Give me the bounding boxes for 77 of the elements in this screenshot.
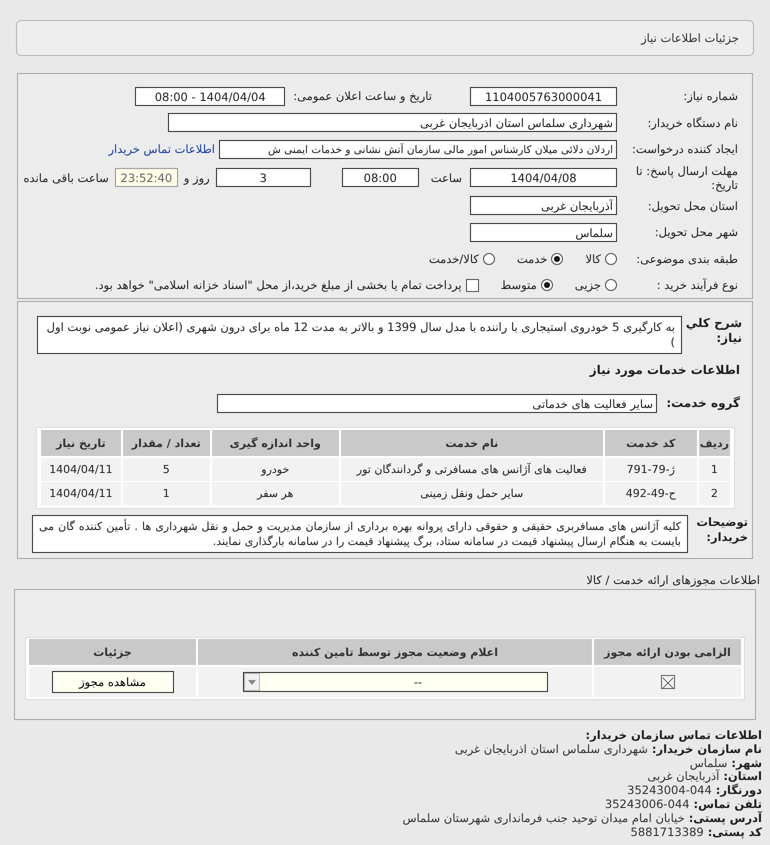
column-header: تعداد / مقدار xyxy=(122,430,210,458)
field-label: تاریخ و ساعت اعلان عمومی: xyxy=(292,89,433,104)
table-cell: ژ-79-791 xyxy=(604,458,697,482)
section-title: اطلاعات خدمات مورد نیاز xyxy=(588,362,741,377)
table-cell: 1 xyxy=(698,458,730,482)
contact-label: تلفن تماس: xyxy=(692,796,762,811)
table-cell: هر سفر xyxy=(212,482,339,506)
column-header: الزامی بودن ارائه مجوز xyxy=(594,639,741,667)
service-group-label: گروه خدمت: xyxy=(665,396,741,411)
contact-value: 044-35243004 xyxy=(627,783,712,798)
category-radio[interactable]: کالا xyxy=(585,252,617,266)
contact-value: شهرداری سلماس استان اذربایجان غربی xyxy=(454,742,648,756)
province-field: آذربایجان غربی xyxy=(470,196,617,216)
page-title: جزئیات اطلاعات نیاز xyxy=(641,31,739,45)
time-label: ساعت xyxy=(430,170,463,184)
contact-label: شهر: xyxy=(731,756,762,770)
view-permit-button[interactable]: مشاهده مجوز xyxy=(52,671,174,693)
days-field: 3 xyxy=(216,168,311,187)
buyer-notes-text: کلیه آژانس های مسافربری حقیقی و حقوقی دارای پروانه بهره برداری از سازمان مدیریت و حمل و نقل شهرداری ها . تأمین کننده گان می بایست به هنگام ارسال پیشنهاد قیمت در سامانه ستاد، برگ پیشنهاد قیمت را در سامانه بارگذاری نمایند. xyxy=(32,515,688,553)
column-header: واحد اندازه گیری xyxy=(212,430,339,458)
field-label: شماره نیاز: xyxy=(682,89,739,104)
column-header: تاریخ نیاز xyxy=(41,430,121,458)
creator-field: اردلان دلائی میلان کارشناس امور مالی سازمان آتش نشانی و خدمات ایمنی ش xyxy=(219,140,617,159)
contact-value: 5881713389 xyxy=(630,824,704,839)
remaining-time-field: 23:52:40 xyxy=(114,168,178,187)
announce-date-field: 1404/04/04 - 08:00 xyxy=(135,86,286,106)
contact-value: آذربایجان غربی xyxy=(647,769,720,784)
contact-label: استان: xyxy=(723,769,762,784)
category-radio[interactable]: کالا/خدمت xyxy=(428,252,495,266)
deadline-time-field: 08:00 xyxy=(342,168,419,187)
field-label: مهلت ارسال پاسخ: تا تاریخ: xyxy=(634,164,739,192)
contact-label: کد پستی: xyxy=(708,824,762,839)
table-cell: سایر حمل ونقل زمینی xyxy=(340,482,603,506)
field-label: نام دستگاه خریدار: xyxy=(646,116,739,130)
contact-title: اطلاعات تماس سازمان خریدار: xyxy=(584,729,762,743)
caret-icon xyxy=(244,673,260,691)
buyer-field: شهرداری سلماس استان اذربایجان غربی xyxy=(168,113,617,132)
buyer-contact-link[interactable]: اطلاعات تماس خریدار xyxy=(108,142,219,156)
table-cell: 2 xyxy=(698,482,730,506)
table-cell: 1404/04/11 xyxy=(41,458,121,482)
buyer-notes-label: توضیحات خریدار: xyxy=(696,515,749,545)
contact-value: 044-35243006 xyxy=(604,796,690,811)
contact-label: دورنگار: xyxy=(714,783,762,798)
table-cell: خودرو xyxy=(212,458,339,482)
table-cell: ح-49-492 xyxy=(604,482,697,506)
field-label: طبقه بندی موضوعی: xyxy=(635,252,739,266)
section-title: اطلاعات مجوزهای ارائه خدمت / کالا xyxy=(585,572,761,589)
description-text: به کارگیری 5 خودروی استیجاری با راننده با مدل سال 1399 و بالاتر به مدت 12 ماه برای درون شهری (اعلان نیاز عمومی نوبت اول ) xyxy=(37,316,682,354)
service-group-field: سایر فعالیت های خدماتی xyxy=(217,394,657,413)
field-label: استان محل تحویل: xyxy=(646,198,739,213)
column-header: نام خدمت xyxy=(340,430,603,458)
contact-label: آدرس پستی: xyxy=(688,810,762,825)
column-header: کد خدمت xyxy=(604,430,697,458)
description-label: شرح کلي نياز: xyxy=(684,316,743,346)
table-cell: 1404/04/11 xyxy=(41,482,121,506)
column-header: اعلام وضعیت مجوز توسط تامین کننده xyxy=(198,639,592,667)
deadline-date-field: 1404/04/08 xyxy=(470,168,617,187)
table-cell: فعالیت های آژانس های مسافرتی و گردانندگان تور xyxy=(340,458,603,482)
city-field: سلماس xyxy=(470,222,617,242)
contact-value: خیابان امام میدان توحید جنب فرمانداری شهرستان سلماس xyxy=(402,810,685,825)
process-radio[interactable]: متوسط xyxy=(500,278,553,292)
remaining-label: ساعت باقی مانده xyxy=(22,170,110,184)
days-label: روز و xyxy=(182,170,211,184)
column-header: جزئیات xyxy=(29,639,196,667)
field-label: ایجاد کننده درخواست: xyxy=(631,142,739,156)
payment-checkbox[interactable]: پرداخت تمام یا بخشی از مبلغ خرید،از محل "اسناد خزانه اسلامی" خواهد بود. xyxy=(94,278,479,292)
contact-label: نام سازمان خریدار: xyxy=(652,742,762,756)
table-cell: 5 xyxy=(122,458,210,482)
process-radio[interactable]: جزیی xyxy=(574,278,617,292)
column-header: ردیف xyxy=(698,430,730,458)
need-number-field: 1104005763000041 xyxy=(470,86,617,106)
field-label: شهر محل تحویل: xyxy=(654,225,739,240)
contact-value: سلماس xyxy=(690,756,728,770)
status-dropdown[interactable]: -- xyxy=(242,672,548,692)
category-radio[interactable]: خدمت xyxy=(516,252,564,266)
table-cell: 1 xyxy=(122,482,210,506)
field-label: نوع فرآیند خرید : xyxy=(656,278,739,292)
